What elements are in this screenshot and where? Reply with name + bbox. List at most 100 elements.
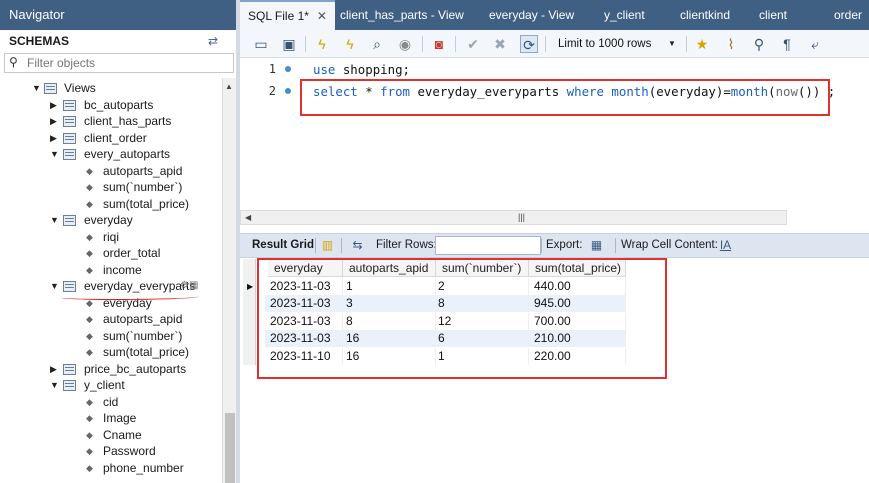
tab-y-client[interactable]: y_client xyxy=(604,0,645,30)
tree-label: y_client xyxy=(84,378,125,392)
tree-label: income xyxy=(103,263,142,277)
statement-marker-dot xyxy=(285,88,291,94)
expanded-triangle-icon[interactable]: ▼ xyxy=(50,278,60,294)
rollback-icon[interactable]: ✖ xyxy=(491,35,509,53)
wrap-text-icon[interactable]: IA xyxy=(718,238,733,253)
inspect-icon[interactable]: ⚙▦ xyxy=(180,278,198,294)
tab-clientkind[interactable]: clientkind xyxy=(680,0,730,30)
editor-horizontal-scrollbar[interactable]: ◀ ||| xyxy=(240,210,787,225)
chevron-down-icon[interactable]: ▼ xyxy=(668,35,676,53)
editor-result-splitter[interactable] xyxy=(240,225,869,233)
expanded-triangle-icon[interactable]: ▼ xyxy=(32,80,42,96)
explain-magnifier-icon[interactable]: ⌕ xyxy=(368,35,386,53)
filter-rows-icon: ⇆ xyxy=(352,238,363,252)
scroll-left-arrow-icon[interactable]: ◀ xyxy=(245,211,251,224)
tab-order[interactable]: order xyxy=(834,0,862,30)
stop-icon[interactable]: ◉ xyxy=(396,35,414,53)
tab-label: order xyxy=(834,8,863,22)
navigator-panel: Navigator SCHEMAS ⇄ ⚲ ▼ Views ▶ bc_autop… xyxy=(0,0,240,483)
tab-everyday-view[interactable]: everyday - View xyxy=(489,0,574,30)
editor-right-gap xyxy=(787,210,869,225)
expanded-triangle-icon[interactable]: ▼ xyxy=(50,146,60,162)
tree-label: riqi xyxy=(103,230,120,244)
navigator-title: Navigator xyxy=(0,0,240,30)
search-icon: ⚲ xyxy=(9,55,18,69)
execute-current-lightning-icon[interactable]: ϟ xyxy=(341,35,359,53)
tree-label: cid xyxy=(103,395,119,409)
filter-objects-input[interactable] xyxy=(27,55,227,71)
find-magnifier-icon[interactable]: ⚲ xyxy=(750,35,768,53)
column-diamond-icon: ◆ xyxy=(86,446,93,456)
view-icon xyxy=(63,281,76,292)
code-line-1[interactable]: use shopping; xyxy=(313,62,410,77)
column-diamond-icon: ◆ xyxy=(86,331,93,341)
toolbar-separator xyxy=(541,238,542,253)
limit-rows-select[interactable]: Limit to 1000 rows xyxy=(552,35,680,53)
invisible-chars-icon[interactable]: ¶ xyxy=(778,35,796,53)
wrap-cell-content-label: Wrap Cell Content: xyxy=(621,239,718,251)
open-folder-icon[interactable]: ▭ xyxy=(252,35,270,53)
tree-label: everyday_everyparts xyxy=(84,279,196,293)
navigator-scrollbar[interactable]: ▲ xyxy=(222,78,236,483)
tab-label: everyday - View xyxy=(489,8,575,22)
tree-label: price_bc_autoparts xyxy=(84,362,187,376)
statement-marker-dot xyxy=(285,66,291,72)
tab-label: SQL File 1* xyxy=(248,9,309,23)
sql-keyword: use xyxy=(313,62,336,77)
view-icon xyxy=(63,380,76,391)
commit-check-icon[interactable]: ✔ xyxy=(464,35,482,53)
result-grid-label[interactable]: Result Grid xyxy=(252,234,314,257)
scroll-up-arrow-icon[interactable]: ▲ xyxy=(225,82,233,91)
view-icon xyxy=(63,116,76,127)
view-icon xyxy=(63,133,76,144)
red-highlight-box-query xyxy=(300,79,830,116)
tree-label: bc_autoparts xyxy=(84,98,154,112)
scrollbar-thumb[interactable] xyxy=(225,413,235,483)
line-number: 2 xyxy=(268,84,276,98)
column-diamond-icon: ◆ xyxy=(86,463,93,473)
column-diamond-icon: ◆ xyxy=(86,166,93,176)
tree-label: Password xyxy=(103,444,156,458)
tab-label: clientkind xyxy=(680,8,731,22)
export-label: Export: xyxy=(546,239,583,251)
wrap-lines-icon[interactable]: ⤶ xyxy=(806,35,824,53)
collapsed-triangle-icon[interactable]: ▶ xyxy=(50,361,60,377)
column-diamond-icon: ◆ xyxy=(86,232,93,242)
filter-rows-input[interactable] xyxy=(435,236,541,255)
refresh-icon[interactable]: ⇄ xyxy=(208,34,218,48)
scrollbar-grip-icon[interactable]: ||| xyxy=(518,211,525,224)
schemas-label: SCHEMAS xyxy=(9,34,70,48)
column-diamond-icon: ◆ xyxy=(86,182,93,192)
expanded-triangle-icon[interactable]: ▼ xyxy=(50,377,60,393)
toolbar-separator xyxy=(545,36,546,52)
column-diamond-icon: ◆ xyxy=(86,347,93,357)
execute-lightning-icon[interactable]: ϟ xyxy=(313,35,331,53)
tree-label: client_order xyxy=(84,131,147,145)
tab-client-has-parts-view[interactable]: client_has_parts - View xyxy=(340,0,464,30)
add-snippet-star-icon[interactable]: ★ xyxy=(693,35,711,53)
beautify-broom-icon[interactable]: ⌇ xyxy=(722,35,740,53)
schemas-bar: SCHEMAS ⇄ xyxy=(0,30,240,52)
tab-sql-file-1[interactable]: SQL File 1* ✕ xyxy=(240,0,335,30)
toggle-error-icon[interactable]: ◙ xyxy=(430,35,448,53)
tab-label: client_has_parts - View xyxy=(340,8,464,22)
tree-label: Cname xyxy=(103,428,142,442)
export-grid-icon[interactable]: ▦ xyxy=(589,238,604,253)
expanded-triangle-icon[interactable]: ▼ xyxy=(50,212,60,228)
tab-client[interactable]: client xyxy=(759,0,787,30)
filter-objects-box: ⚲ xyxy=(4,53,234,73)
collapsed-triangle-icon[interactable]: ▶ xyxy=(50,130,60,146)
schema-tree: ▼ Views ▶ bc_autoparts ▶ client_has_part… xyxy=(0,78,222,483)
close-icon[interactable]: ✕ xyxy=(317,9,327,23)
red-highlight-box-results xyxy=(257,258,667,379)
tab-label: y_client xyxy=(604,8,645,22)
tree-label: sum(`number`) xyxy=(103,329,183,343)
views-folder-icon xyxy=(44,83,57,94)
collapsed-triangle-icon[interactable]: ▶ xyxy=(50,97,60,113)
toolbar-separator xyxy=(305,36,306,52)
tree-label: autoparts_apid xyxy=(103,164,183,178)
save-icon[interactable]: ▣ xyxy=(280,35,298,53)
collapsed-triangle-icon[interactable]: ▶ xyxy=(50,113,60,129)
grid-columns-icon[interactable]: ▥ xyxy=(320,238,335,253)
autocommit-toggle-icon[interactable]: ⟳ xyxy=(520,35,538,53)
